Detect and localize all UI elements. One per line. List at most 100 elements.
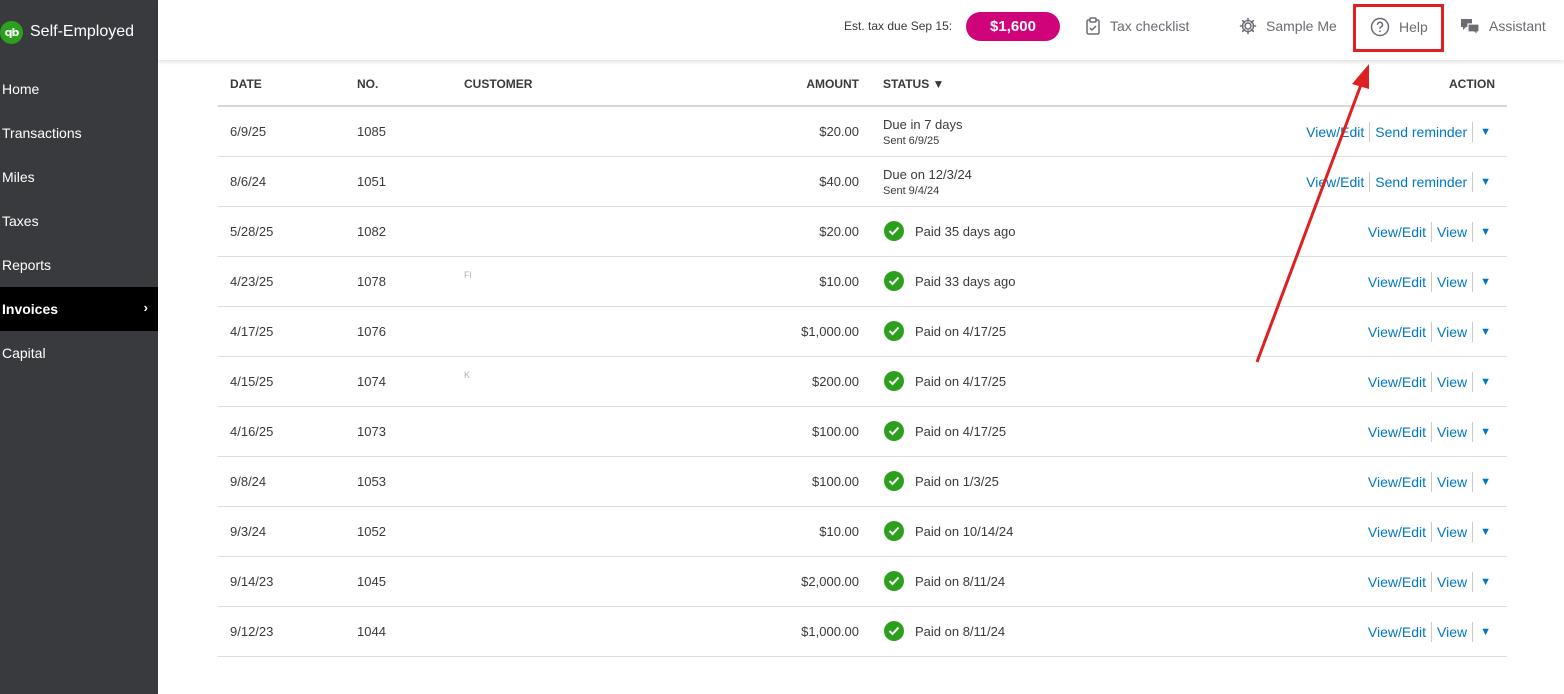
action-cell: View/Edit Send reminder ▼ (1306, 172, 1491, 192)
invoice-date: 9/8/24 (230, 474, 267, 489)
view-link[interactable]: View (1437, 224, 1467, 240)
view-edit-link[interactable]: View/Edit (1306, 174, 1364, 190)
sidebar-item-invoices[interactable]: Invoices › (0, 287, 158, 331)
view-link[interactable]: View (1437, 274, 1467, 290)
action-cell: View/Edit View ▼ (1368, 622, 1491, 642)
view-edit-link[interactable]: View/Edit (1368, 424, 1426, 440)
brand[interactable]: qb Self-Employed (0, 18, 134, 46)
invoice-date: 9/14/23 (230, 574, 274, 589)
dropdown-caret-icon[interactable]: ▼ (1480, 276, 1491, 288)
sidebar-item-taxes[interactable]: Taxes (0, 199, 158, 243)
status-cell: Paid on 4/17/25 (884, 421, 1006, 441)
view-link[interactable]: View (1437, 374, 1467, 390)
sidebar-item-miles[interactable]: Miles (0, 155, 158, 199)
tax-due-amount-button[interactable]: $1,600 (966, 12, 1060, 41)
column-header-amount[interactable]: AMOUNT (806, 77, 859, 91)
status-cell: Paid on 1/3/25 (884, 471, 999, 491)
paid-check-icon (884, 421, 904, 441)
tax-checklist-link[interactable]: Tax checklist (1085, 17, 1189, 35)
dropdown-caret-icon[interactable]: ▼ (1480, 376, 1491, 388)
divider (1472, 322, 1474, 342)
invoice-number: 1074 (357, 374, 386, 389)
action-cell: View/Edit Send reminder ▼ (1306, 122, 1491, 142)
view-edit-link[interactable]: View/Edit (1368, 374, 1426, 390)
invoice-amount: $100.00 (812, 474, 859, 489)
view-edit-link[interactable]: View/Edit (1368, 324, 1426, 340)
status-text: Paid 35 days ago (915, 223, 1016, 239)
view-edit-link[interactable]: View/Edit (1368, 624, 1426, 640)
tax-due-label: Est. tax due Sep 15: (844, 19, 953, 33)
action-cell: View/Edit View ▼ (1368, 522, 1491, 542)
dropdown-caret-icon[interactable]: ▼ (1480, 226, 1491, 238)
assistant-link[interactable]: Assistant (1460, 17, 1546, 35)
dropdown-caret-icon[interactable]: ▼ (1480, 326, 1491, 338)
view-link[interactable]: View (1437, 574, 1467, 590)
divider (1431, 622, 1433, 642)
view-edit-link[interactable]: View/Edit (1368, 224, 1426, 240)
table-row: 9/14/23 1045 $2,000.00 Paid on 8/11/24 V… (218, 557, 1507, 607)
dropdown-caret-icon[interactable]: ▼ (1480, 476, 1491, 488)
divider (1472, 422, 1474, 442)
paid-check-icon (884, 621, 904, 641)
table-row-partial (218, 657, 1507, 677)
invoice-number: 1076 (357, 324, 386, 339)
view-edit-link[interactable]: View/Edit (1368, 474, 1426, 490)
sidebar-item-home[interactable]: Home (0, 67, 158, 111)
chevron-right-icon: › (143, 300, 148, 315)
sidebar-item-transactions[interactable]: Transactions (0, 111, 158, 155)
invoice-amount: $20.00 (819, 224, 859, 239)
status-cell: Paid on 4/17/25 (884, 371, 1006, 391)
quickbooks-logo-icon: qb (0, 20, 23, 44)
invoice-date: 9/3/24 (230, 524, 267, 539)
column-header-no[interactable]: NO. (357, 77, 378, 91)
paid-check-icon (884, 521, 904, 541)
view-link[interactable]: View (1437, 524, 1467, 540)
view-edit-link[interactable]: View/Edit (1368, 574, 1426, 590)
view-edit-link[interactable]: View/Edit (1368, 524, 1426, 540)
invoice-amount: $1,000.00 (801, 624, 859, 639)
column-header-date[interactable]: DATE (230, 77, 262, 91)
table-row: 8/6/24 1051 $40.00 Due on 12/3/24 Sent 9… (218, 157, 1507, 207)
dropdown-caret-icon[interactable]: ▼ (1480, 176, 1491, 188)
divider (1472, 572, 1474, 592)
settings-sample-me-link[interactable]: Sample Me (1239, 17, 1337, 35)
status-text: Paid 33 days ago (915, 273, 1016, 289)
send-reminder-link[interactable]: Send reminder (1375, 174, 1467, 190)
table-header: DATE NO. CUSTOMER AMOUNT STATUS ▼ ACTION (218, 60, 1507, 107)
view-link[interactable]: View (1437, 474, 1467, 490)
table-row: 4/15/25 1074 K $200.00 Paid on 4/17/25 V… (218, 357, 1507, 407)
dropdown-caret-icon[interactable]: ▼ (1480, 576, 1491, 588)
divider (1369, 122, 1371, 142)
invoice-amount: $10.00 (819, 524, 859, 539)
sidebar-item-capital[interactable]: Capital (0, 331, 158, 375)
action-cell: View/Edit View ▼ (1368, 572, 1491, 592)
table-row: 4/23/25 1078 Fl $10.00 Paid 33 days ago … (218, 257, 1507, 307)
column-header-customer[interactable]: CUSTOMER (464, 77, 532, 91)
send-reminder-link[interactable]: Send reminder (1375, 124, 1467, 140)
divider (1472, 222, 1474, 242)
status-text: Paid on 10/14/24 (915, 523, 1014, 539)
status-cell: Paid on 4/17/25 (884, 321, 1006, 341)
sidebar-item-reports[interactable]: Reports (0, 243, 158, 287)
view-link[interactable]: View (1437, 424, 1467, 440)
invoice-number: 1082 (357, 224, 386, 239)
view-link[interactable]: View (1437, 324, 1467, 340)
status-cell: Paid 35 days ago (884, 221, 1015, 241)
assistant-label: Assistant (1489, 18, 1546, 34)
dropdown-caret-icon[interactable]: ▼ (1480, 426, 1491, 438)
view-link[interactable]: View (1437, 624, 1467, 640)
table-row: 9/12/23 1044 $1,000.00 Paid on 8/11/24 V… (218, 607, 1507, 657)
customer-name: K (464, 370, 471, 380)
sidebar-item-label: Capital (2, 345, 46, 361)
view-edit-link[interactable]: View/Edit (1368, 274, 1426, 290)
view-edit-link[interactable]: View/Edit (1306, 124, 1364, 140)
chat-bubbles-icon (1461, 19, 1480, 35)
status-text: Due on 12/3/24 (883, 167, 972, 182)
dropdown-caret-icon[interactable]: ▼ (1480, 526, 1491, 538)
table-row: 9/3/24 1052 $10.00 Paid on 10/14/24 View… (218, 507, 1507, 557)
status-text: Due in 7 days (883, 117, 963, 132)
dropdown-caret-icon[interactable]: ▼ (1480, 626, 1491, 638)
invoice-amount: $1,000.00 (801, 324, 859, 339)
dropdown-caret-icon[interactable]: ▼ (1480, 126, 1491, 138)
column-header-status[interactable]: STATUS ▼ (883, 77, 944, 91)
